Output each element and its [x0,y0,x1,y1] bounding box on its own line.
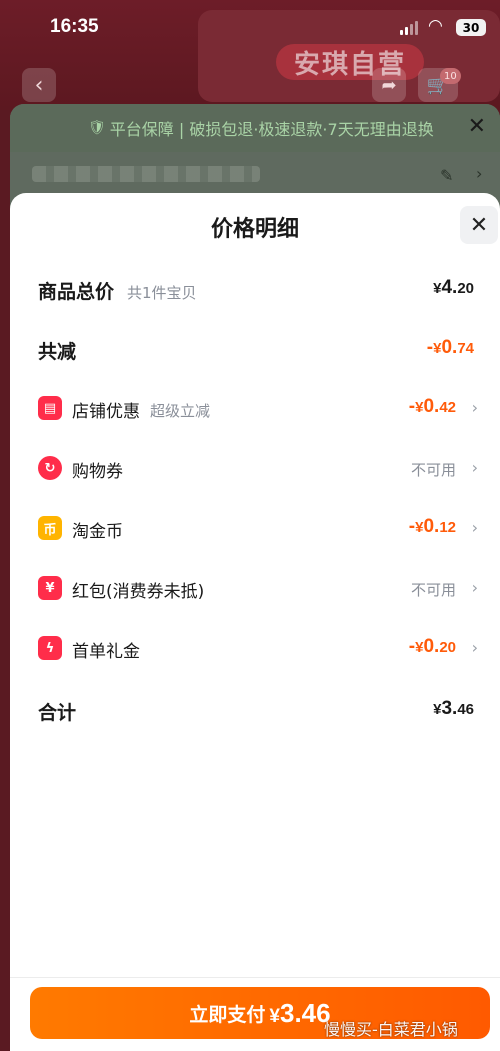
cart-badge: 10 [440,68,461,84]
sum-row: 合计 ¥3.46 [10,696,500,726]
discount-row-taojinbi[interactable]: 币 淘金币 -¥0.12 › [10,514,500,544]
watermark: 慢慢买-白菜君小锅 [324,1020,458,1039]
chevron-right-icon: › [471,518,478,537]
discount-amount: -¥0.12 [408,516,456,537]
sheet-title: 价格明细 [210,217,299,242]
red-packet-icon: ¥ [38,576,62,600]
shield-icon: 🛡 [88,120,106,136]
discount-row-red-packet[interactable]: ¥ 红包(消费券未抵) 不可用 › [10,574,500,604]
close-icon: ✕ [469,212,489,238]
sum-amount: ¥3.46 [433,698,474,719]
discount-row-voucher[interactable]: ↻ 购物券 不可用 › [10,454,500,484]
total-discount-label: 共减 [38,341,77,363]
price-detail-sheet: 价格明细 ✕ 商品总价 共1件宝贝 ¥4.20 共减 -¥0.74 ▤ 店铺优惠… [10,193,500,1051]
status-time: 16:35 [50,16,99,37]
pay-button-amount: ¥3.46 [269,997,331,1028]
chevron-right-icon: › [471,398,478,417]
wifi-icon: ◠ [428,16,443,36]
item-count: 共1件宝贝 [127,284,197,302]
signal-icon [400,19,418,35]
close-icon: ✕ [467,114,486,139]
footer-divider [10,977,500,978]
edit-icon: ✎ [440,166,454,185]
discount-amount: -¥0.42 [408,396,456,417]
address-blurred [32,166,260,182]
chevron-right-icon: › [471,638,478,657]
chevron-right-icon: › [471,578,478,597]
discount-amount: -¥0.20 [408,636,456,657]
total-discount-amount: -¥0.74 [426,337,474,358]
close-button[interactable]: ✕ [460,206,498,244]
discount-sub-label: 超级立减 [150,402,211,420]
status-bar: 16:35 ◠ 30 [0,0,500,54]
total-discount-row: 共减 -¥0.74 [10,335,500,365]
sum-label: 合计 [38,702,77,724]
discount-status: 不可用 [410,581,456,599]
back-icon: ‹ [22,68,56,102]
discount-label: 店铺优惠 [72,402,140,422]
discount-row-first-order[interactable]: ϟ 首单礼金 -¥0.20 › [10,634,500,664]
discount-row-store[interactable]: ▤ 店铺优惠 超级立减 -¥0.42 › [10,394,500,424]
pay-button-label: 立即支付 [189,1003,266,1026]
discount-status: 不可用 [410,461,456,479]
store-icon: ▤ [38,396,62,420]
gift-icon: ϟ [38,636,62,660]
share-icon: ➦ [372,68,406,102]
voucher-icon: ↻ [38,456,62,480]
total-price-row: 商品总价 共1件宝贝 ¥4.20 [10,275,500,305]
discount-label: 首单礼金 [72,642,140,662]
coin-icon: 币 [38,516,62,540]
chevron-right-icon: › [471,458,478,477]
guarantee-text: 平台保障 | 破损包退·极速退款·7天无理由退换 [109,120,434,139]
total-price-label: 商品总价 [38,281,115,303]
discount-label: 红包(消费券未抵) [72,582,205,602]
platform-guarantee-bar: 🛡 平台保障 | 破损包退·极速退款·7天无理由退换 [10,104,500,152]
chevron-right-icon: › [476,164,483,183]
discount-label: 购物券 [72,462,123,482]
discount-label: 淘金币 [72,522,123,542]
battery-icon: 30 [456,19,486,36]
total-price-amount: ¥4.20 [433,277,474,298]
